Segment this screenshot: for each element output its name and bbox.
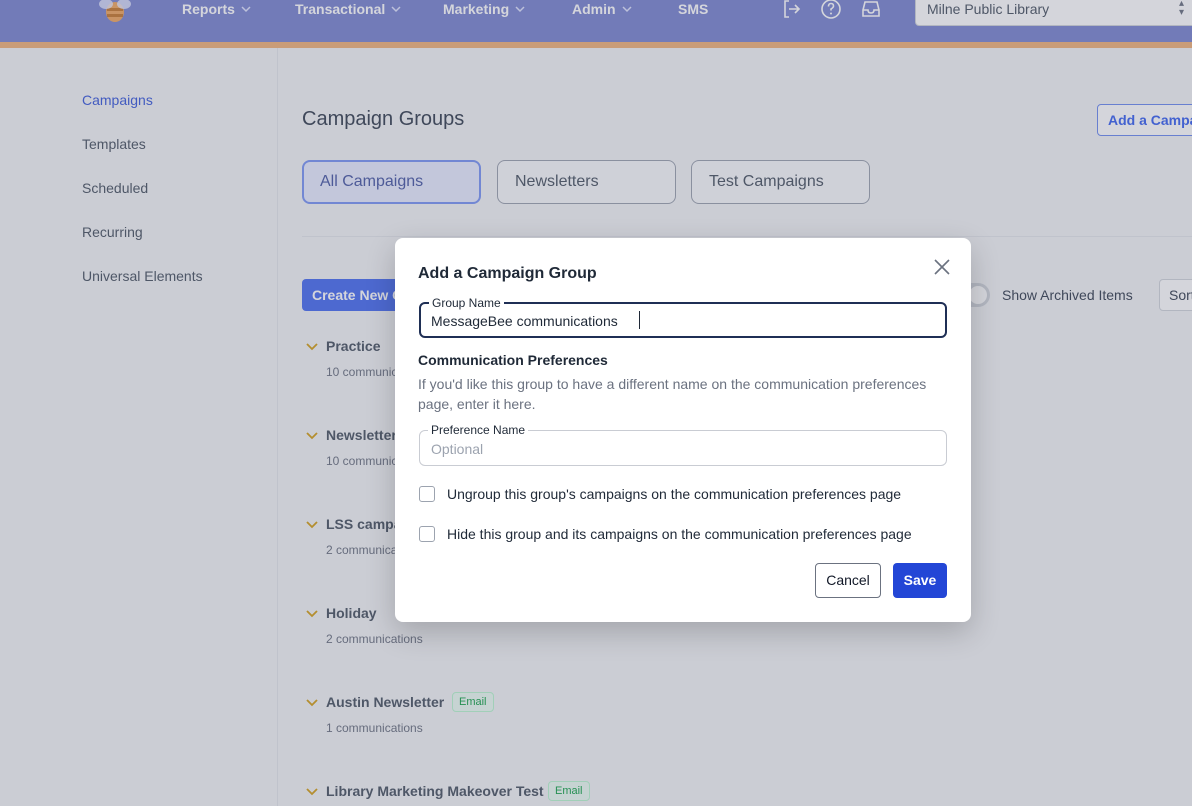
communication-preferences-heading: Communication Preferences [418,352,608,368]
group-name-field[interactable]: Group Name [419,296,947,338]
ungroup-checkbox-label[interactable]: Ungroup this group's campaigns on the co… [447,486,901,502]
hide-group-checkbox[interactable] [419,526,435,542]
dialog-title: Add a Campaign Group [418,265,597,282]
save-button[interactable]: Save [893,563,947,598]
add-campaign-group-dialog: Add a Campaign Group Group Name Communic… [395,238,971,622]
text-cursor [639,311,640,329]
cancel-button[interactable]: Cancel [815,563,881,598]
hide-group-checkbox-row[interactable]: Hide this group and its campaigns on the… [419,526,912,542]
hide-group-checkbox-label[interactable]: Hide this group and its campaigns on the… [447,526,912,542]
preference-name-label: Preference Name [428,423,529,437]
ungroup-checkbox-row[interactable]: Ungroup this group's campaigns on the co… [419,486,901,502]
ungroup-checkbox[interactable] [419,486,435,502]
preference-name-field[interactable]: Preference Name [419,423,947,466]
close-icon[interactable] [933,258,951,276]
preference-name-input[interactable] [431,440,931,458]
communication-preferences-description: If you'd like this group to have a diffe… [418,376,927,412]
group-name-input[interactable] [431,312,931,330]
group-name-label: Group Name [429,296,504,310]
